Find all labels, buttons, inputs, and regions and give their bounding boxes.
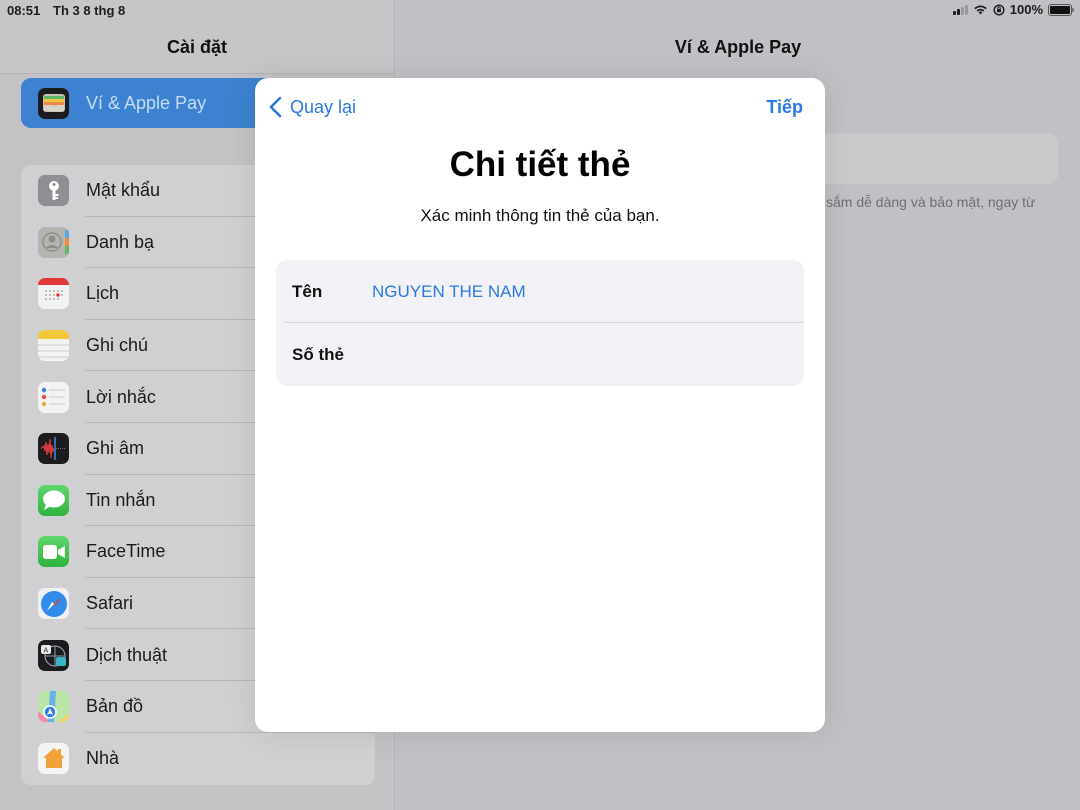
name-field[interactable]	[372, 281, 788, 302]
status-indicators: 100%	[952, 2, 1074, 17]
sheet-title: Chi tiết thẻ	[449, 145, 631, 184]
contacts-icon	[38, 226, 69, 258]
back-button[interactable]: Quay lại	[269, 96, 356, 118]
card-details-sheet: Quay lại Tiếp Chi tiết thẻ Xác minh thôn…	[255, 78, 825, 732]
sidebar-item-label: Ghi âm	[86, 438, 145, 459]
key-icon	[38, 175, 69, 207]
notes-icon	[38, 330, 69, 362]
reminders-icon	[38, 381, 69, 413]
sidebar-item-label: Nhà	[86, 747, 120, 768]
sidebar-item-label: Tin nhắn	[86, 489, 156, 510]
sidebar-item-label: Lời nhắc	[86, 386, 156, 407]
next-button[interactable]: Tiếp	[766, 97, 803, 118]
wifi-icon	[974, 5, 987, 15]
status-time: 08:51	[7, 3, 41, 18]
status-date: Th 3 8 thg 8	[53, 3, 126, 18]
detail-card	[796, 133, 1058, 184]
back-button-label: Quay lại	[290, 96, 357, 117]
sidebar-item-label: Safari	[86, 593, 134, 614]
translate-icon: A	[38, 639, 69, 671]
sidebar-item-label: Danh bạ	[86, 231, 155, 252]
wallet-icon	[38, 87, 69, 119]
card-number-label: Số thẻ	[292, 344, 344, 364]
detail-footer-note: sắm dễ dàng và bảo mật, ngay từ	[826, 194, 1036, 210]
maps-icon	[38, 691, 69, 723]
sidebar-item-label: FaceTime	[86, 541, 166, 562]
sidebar-item-home[interactable]: Nhà	[21, 733, 375, 785]
messages-icon	[38, 484, 69, 516]
voice-memos-icon	[38, 433, 69, 465]
sidebar-item-label: Mật khẩu	[86, 180, 161, 201]
facetime-icon	[38, 536, 69, 568]
detail-title: Ví & Apple Pay	[674, 37, 802, 57]
chevron-left-icon	[269, 96, 282, 118]
sidebar-item-label: Bản đồ	[86, 696, 144, 717]
battery-percent: 100%	[1009, 2, 1043, 17]
svg-text:A: A	[44, 647, 49, 654]
sidebar-item-label: Ví & Apple Pay	[86, 92, 207, 113]
name-label: Tên	[292, 281, 323, 301]
calendar-icon	[38, 278, 69, 310]
orientation-lock-icon	[993, 3, 1005, 16]
status-bar: 08:51 Th 3 8 thg 8 100%	[0, 0, 1080, 22]
home-icon	[38, 742, 69, 774]
form-row-card-number: Số thẻ	[276, 323, 804, 386]
sheet-subtitle: Xác minh thông tin thẻ của bạn.	[420, 206, 660, 225]
safari-icon	[38, 588, 69, 620]
sidebar-item-label: Dịch thuật	[86, 644, 168, 665]
battery-icon	[1048, 3, 1074, 16]
battery-level	[1050, 5, 1070, 14]
card-number-field[interactable]	[372, 344, 788, 365]
sidebar-item-label: Ghi chú	[86, 335, 149, 356]
form-row-name: Tên	[276, 260, 804, 323]
card-form: Tên Số thẻ	[276, 260, 804, 386]
sidebar-item-label: Lịch	[86, 283, 120, 304]
sidebar-title: Cài đặt	[166, 37, 227, 57]
signal-icon	[952, 4, 968, 15]
